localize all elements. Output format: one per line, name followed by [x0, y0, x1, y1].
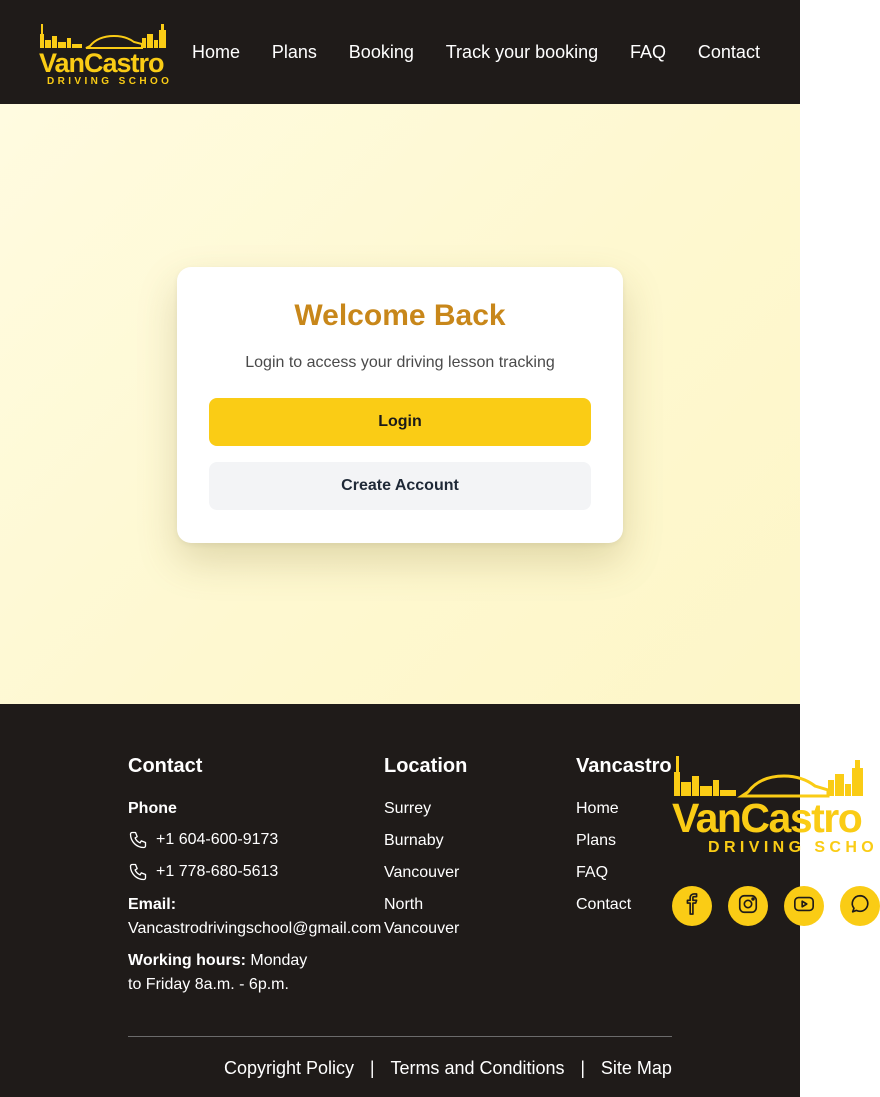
location-item: Burnaby — [384, 832, 444, 849]
location-item: Vancouver — [384, 864, 460, 881]
login-card: Welcome Back Login to access your drivin… — [177, 267, 623, 543]
create-account-button[interactable]: Create Account — [209, 462, 591, 510]
footer-divider — [128, 1036, 672, 1037]
instagram-button[interactable] — [728, 886, 768, 926]
working-hours: Working hours: Monday — [128, 952, 307, 970]
nav-booking[interactable]: Booking — [349, 42, 414, 63]
footer-link-plans[interactable]: Plans — [576, 832, 616, 850]
phone-icon — [128, 830, 148, 850]
hero-section: Welcome Back Login to access your drivin… — [0, 104, 800, 704]
instagram-icon — [737, 893, 759, 920]
location-item: Surrey — [384, 800, 432, 817]
footer-link-faq[interactable]: FAQ — [576, 864, 608, 882]
site-map-link[interactable]: Site Map — [601, 1058, 672, 1079]
hours-line1: Monday — [250, 952, 308, 969]
nav-plans[interactable]: Plans — [272, 42, 317, 63]
email-link[interactable]: Vancastrodrivingschool@gmail.com — [128, 920, 381, 938]
skyline-car-logo-icon: VanCastro DRIVING SCHOOL — [672, 756, 874, 856]
phone-row[interactable]: +1 778-680-5613 — [128, 862, 278, 882]
youtube-icon — [793, 893, 815, 920]
facebook-button[interactable] — [672, 886, 712, 926]
phone-number: +1 604-600-9173 — [156, 831, 279, 848]
site-header: VanCastro DRIVING SCHOOL Home Plans Book… — [0, 0, 800, 104]
main-nav: Home Plans Booking Track your booking FA… — [192, 0, 760, 104]
header-logo[interactable]: VanCastro DRIVING SCHOOL — [38, 20, 172, 88]
youtube-button[interactable] — [784, 886, 824, 926]
nav-track-booking[interactable]: Track your booking — [446, 42, 598, 63]
terms-link[interactable]: Terms and Conditions — [390, 1058, 564, 1079]
svg-text:DRIVING SCHOOL: DRIVING SCHOOL — [708, 839, 874, 856]
legal-links: Copyright Policy | Terms and Conditions … — [224, 1058, 672, 1079]
legal-separator: | — [580, 1058, 586, 1078]
chat-button[interactable] — [840, 886, 880, 926]
svg-text:VanCastro: VanCastro — [672, 795, 862, 841]
nav-home[interactable]: Home — [192, 42, 240, 63]
location-item: North — [384, 896, 424, 913]
email-label: Email: — [128, 896, 177, 913]
hours-line2: to Friday 8a.m. - 6p.m. — [128, 976, 289, 993]
card-subtitle: Login to access your driving lesson trac… — [245, 354, 555, 371]
footer-vancastro-heading: Vancastro — [576, 755, 672, 777]
skyline-car-logo-icon: VanCastro DRIVING SCHOOL — [39, 24, 172, 87]
nav-contact[interactable]: Contact — [698, 42, 760, 63]
footer-logo[interactable]: VanCastro DRIVING SCHOOL — [670, 752, 874, 856]
phone-icon — [128, 862, 148, 882]
copyright-policy-link[interactable]: Copyright Policy — [224, 1058, 354, 1079]
hours-label: Working hours: — [128, 952, 246, 969]
footer-contact-heading: Contact — [128, 755, 203, 777]
location-item: Vancouver — [384, 920, 460, 937]
chat-icon — [849, 893, 871, 920]
phone-label: Phone — [128, 800, 177, 817]
card-title: Welcome Back — [294, 299, 506, 332]
footer-location-heading: Location — [384, 755, 468, 777]
facebook-icon — [681, 892, 703, 920]
phone-row[interactable]: +1 604-600-9173 — [128, 830, 278, 850]
footer-link-home[interactable]: Home — [576, 800, 619, 818]
legal-separator: | — [369, 1058, 375, 1078]
svg-text:DRIVING SCHOOL: DRIVING SCHOOL — [47, 76, 172, 87]
login-button[interactable]: Login — [209, 398, 591, 446]
svg-text:VanCastro: VanCastro — [39, 48, 164, 78]
nav-faq[interactable]: FAQ — [630, 42, 666, 63]
footer-link-contact[interactable]: Contact — [576, 896, 631, 914]
phone-number: +1 778-680-5613 — [156, 863, 279, 880]
